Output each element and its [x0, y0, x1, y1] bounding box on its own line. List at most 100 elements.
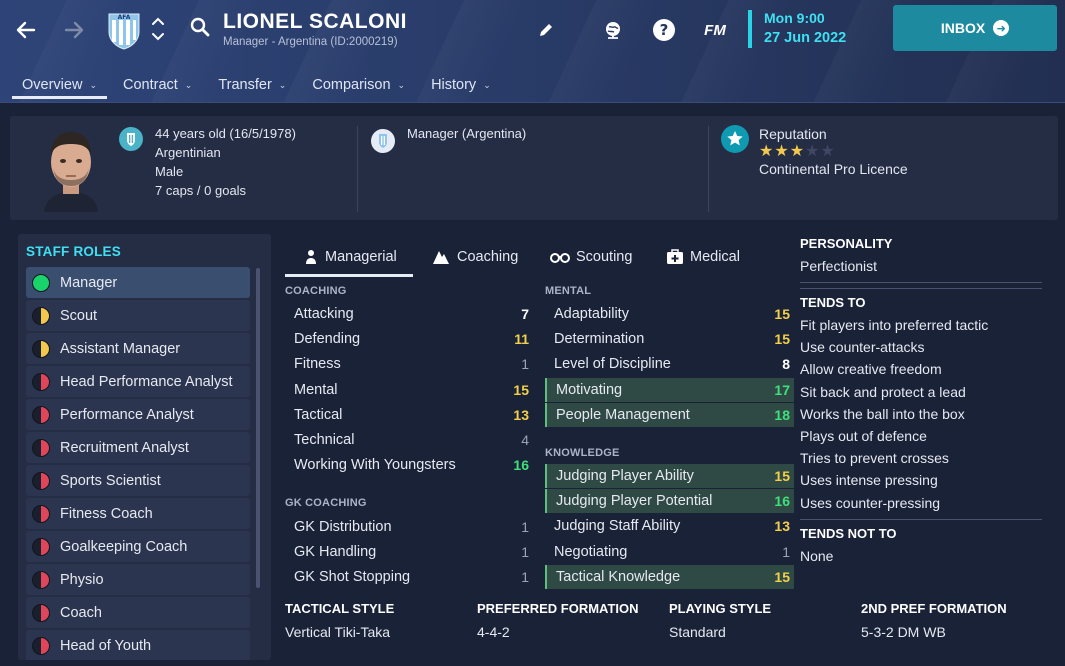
role-suitability-icon: [32, 339, 50, 358]
attribute-row[interactable]: Motivating 17: [545, 377, 794, 402]
role-suitability-icon: [32, 405, 50, 424]
search-icon[interactable]: [189, 16, 211, 43]
attribute-row[interactable]: Determination 15: [545, 327, 794, 351]
staff-role-item[interactable]: Performance Analyst: [26, 399, 250, 430]
attribute-value: 4: [521, 432, 529, 448]
globe-icon[interactable]: [601, 18, 625, 42]
divider: [800, 288, 1042, 289]
attribute-label: Judging Player Potential: [556, 493, 713, 510]
staff-role-label: Goalkeeping Coach: [60, 538, 188, 555]
second-formation-label: 2ND PREF FORMATION: [861, 601, 1007, 616]
attribute-label: Level of Discipline: [554, 356, 671, 373]
tab-label: Comparison: [312, 77, 391, 93]
attribute-row[interactable]: Judging Staff Ability 13: [545, 514, 794, 538]
role-suitability-icon: [32, 438, 50, 457]
tends-to-item: Uses counter-pressing: [800, 494, 941, 511]
second-formation-value: 5-3-2 DM WB: [861, 624, 946, 640]
inbox-button[interactable]: INBOX ➜: [893, 5, 1057, 51]
forward-arrow-icon[interactable]: [58, 14, 90, 46]
attribute-row[interactable]: Negotiating 1: [545, 540, 794, 564]
reputation-star-icon: [721, 125, 749, 153]
up-down-chevron-icon[interactable]: [151, 14, 165, 44]
fm-logo[interactable]: FM: [703, 18, 727, 42]
staff-info-bar: 44 years old (16/5/1978) Argentinian Mal…: [10, 116, 1058, 220]
mental-section-title: MENTAL: [545, 285, 592, 297]
reputation-label: Reputation: [759, 126, 827, 142]
staff-role-item[interactable]: Physio: [26, 564, 250, 595]
staff-role-item[interactable]: Fitness Coach: [26, 498, 250, 529]
role-suitability-icon: [32, 372, 50, 391]
attribute-row[interactable]: GK Handling 1: [285, 540, 533, 564]
chevron-down-icon: ⌄: [397, 79, 406, 90]
staff-name: LIONEL SCALONI: [223, 10, 407, 33]
attribute-label: Mental: [294, 381, 338, 398]
argentina-crest-icon: AFA: [106, 10, 142, 50]
attribute-row[interactable]: GK Distribution 1: [285, 515, 533, 539]
tab-label: History: [431, 77, 477, 93]
tab-overview[interactable]: Overview ⌄: [12, 72, 107, 99]
tends-to-item: Allow creative freedom: [800, 361, 942, 378]
tab-managerial[interactable]: Managerial: [285, 238, 413, 277]
attribute-value: 7: [521, 306, 529, 322]
page-tabs: Overview ⌄ Contract ⌄ Transfer ⌄ Comparison…: [12, 72, 507, 100]
attribute-row[interactable]: Technical 4: [285, 428, 533, 452]
attribute-value: 8: [782, 356, 790, 373]
tab-coaching[interactable]: Coaching: [431, 238, 518, 276]
tab-history[interactable]: History ⌄: [421, 72, 501, 98]
attribute-row[interactable]: People Management 18: [545, 402, 794, 427]
attribute-label: Determination: [554, 331, 645, 348]
attribute-row[interactable]: Adaptability 15: [545, 302, 794, 326]
nation-badge-icon: [119, 127, 143, 151]
role-suitability-icon: [32, 273, 50, 292]
attribute-row[interactable]: Tactical 13: [285, 403, 533, 427]
staff-role-item[interactable]: Sports Scientist: [26, 465, 250, 496]
staff-role-item[interactable]: Head Performance Analyst: [26, 366, 250, 397]
staff-portrait: [38, 124, 104, 212]
gk-coaching-section-title: GK COACHING: [285, 497, 367, 509]
staff-role-item[interactable]: Coach: [26, 597, 250, 628]
attribute-row[interactable]: Judging Player Ability 15: [545, 464, 794, 488]
attribute-row[interactable]: Tactical Knowledge 15: [545, 564, 794, 589]
star-filled-icon: ★: [774, 143, 789, 160]
staff-role-item[interactable]: Recruitment Analyst: [26, 432, 250, 463]
attribute-row[interactable]: Level of Discipline 8: [545, 352, 794, 376]
tab-scouting[interactable]: Scouting: [550, 238, 632, 276]
attribute-label: Fitness: [294, 356, 341, 373]
role-suitability-icon: [32, 471, 50, 490]
staff-role-item[interactable]: Goalkeeping Coach: [26, 531, 250, 562]
attribute-row[interactable]: GK Shot Stopping 1: [285, 565, 533, 589]
role-suitability-icon: [32, 603, 50, 622]
staff-role-item[interactable]: Scout: [26, 300, 250, 331]
attribute-label: Tactical Knowledge: [556, 568, 681, 585]
coaching-icon: [433, 251, 449, 264]
tab-comparison[interactable]: Comparison ⌄: [302, 72, 415, 98]
attribute-row[interactable]: Judging Player Potential 16: [545, 489, 794, 514]
attribute-value: 15: [774, 468, 790, 484]
attribute-row[interactable]: Attacking 7: [285, 302, 533, 326]
attribute-value: 13: [774, 518, 790, 535]
tab-transfer[interactable]: Transfer ⌄: [208, 72, 296, 98]
staff-role-item[interactable]: Head of Youth: [26, 630, 250, 660]
job-title[interactable]: Manager (Argentina): [407, 124, 526, 143]
attribute-value: 1: [521, 544, 529, 561]
attribute-row[interactable]: Fitness 1: [285, 352, 533, 376]
back-arrow-icon[interactable]: [10, 14, 42, 46]
staff-role-item[interactable]: Assistant Manager: [26, 333, 250, 364]
roles-scrollbar[interactable]: [256, 268, 260, 588]
help-icon[interactable]: ?: [652, 18, 676, 42]
tab-label: Scouting: [576, 249, 633, 265]
chevron-down-icon: ⌄: [89, 79, 97, 90]
attribute-row[interactable]: Mental 15: [285, 378, 533, 402]
svg-text:AFA: AFA: [118, 14, 131, 21]
preferred-formation-value: 4-4-2: [477, 624, 510, 640]
attribute-value: 15: [774, 568, 790, 585]
tends-not-to-title: TENDS NOT TO: [800, 526, 897, 541]
pencil-icon[interactable]: [534, 18, 558, 42]
staff-role-item[interactable]: Manager: [26, 267, 250, 298]
tab-contract[interactable]: Contract ⌄: [113, 72, 202, 98]
attribute-label: GK Distribution: [294, 519, 392, 535]
tab-medical[interactable]: Medical: [666, 238, 740, 276]
attribute-row[interactable]: Working With Youngsters 16: [285, 453, 533, 477]
attribute-row[interactable]: Defending 11: [285, 327, 533, 351]
role-suitability-icon: [32, 537, 50, 556]
